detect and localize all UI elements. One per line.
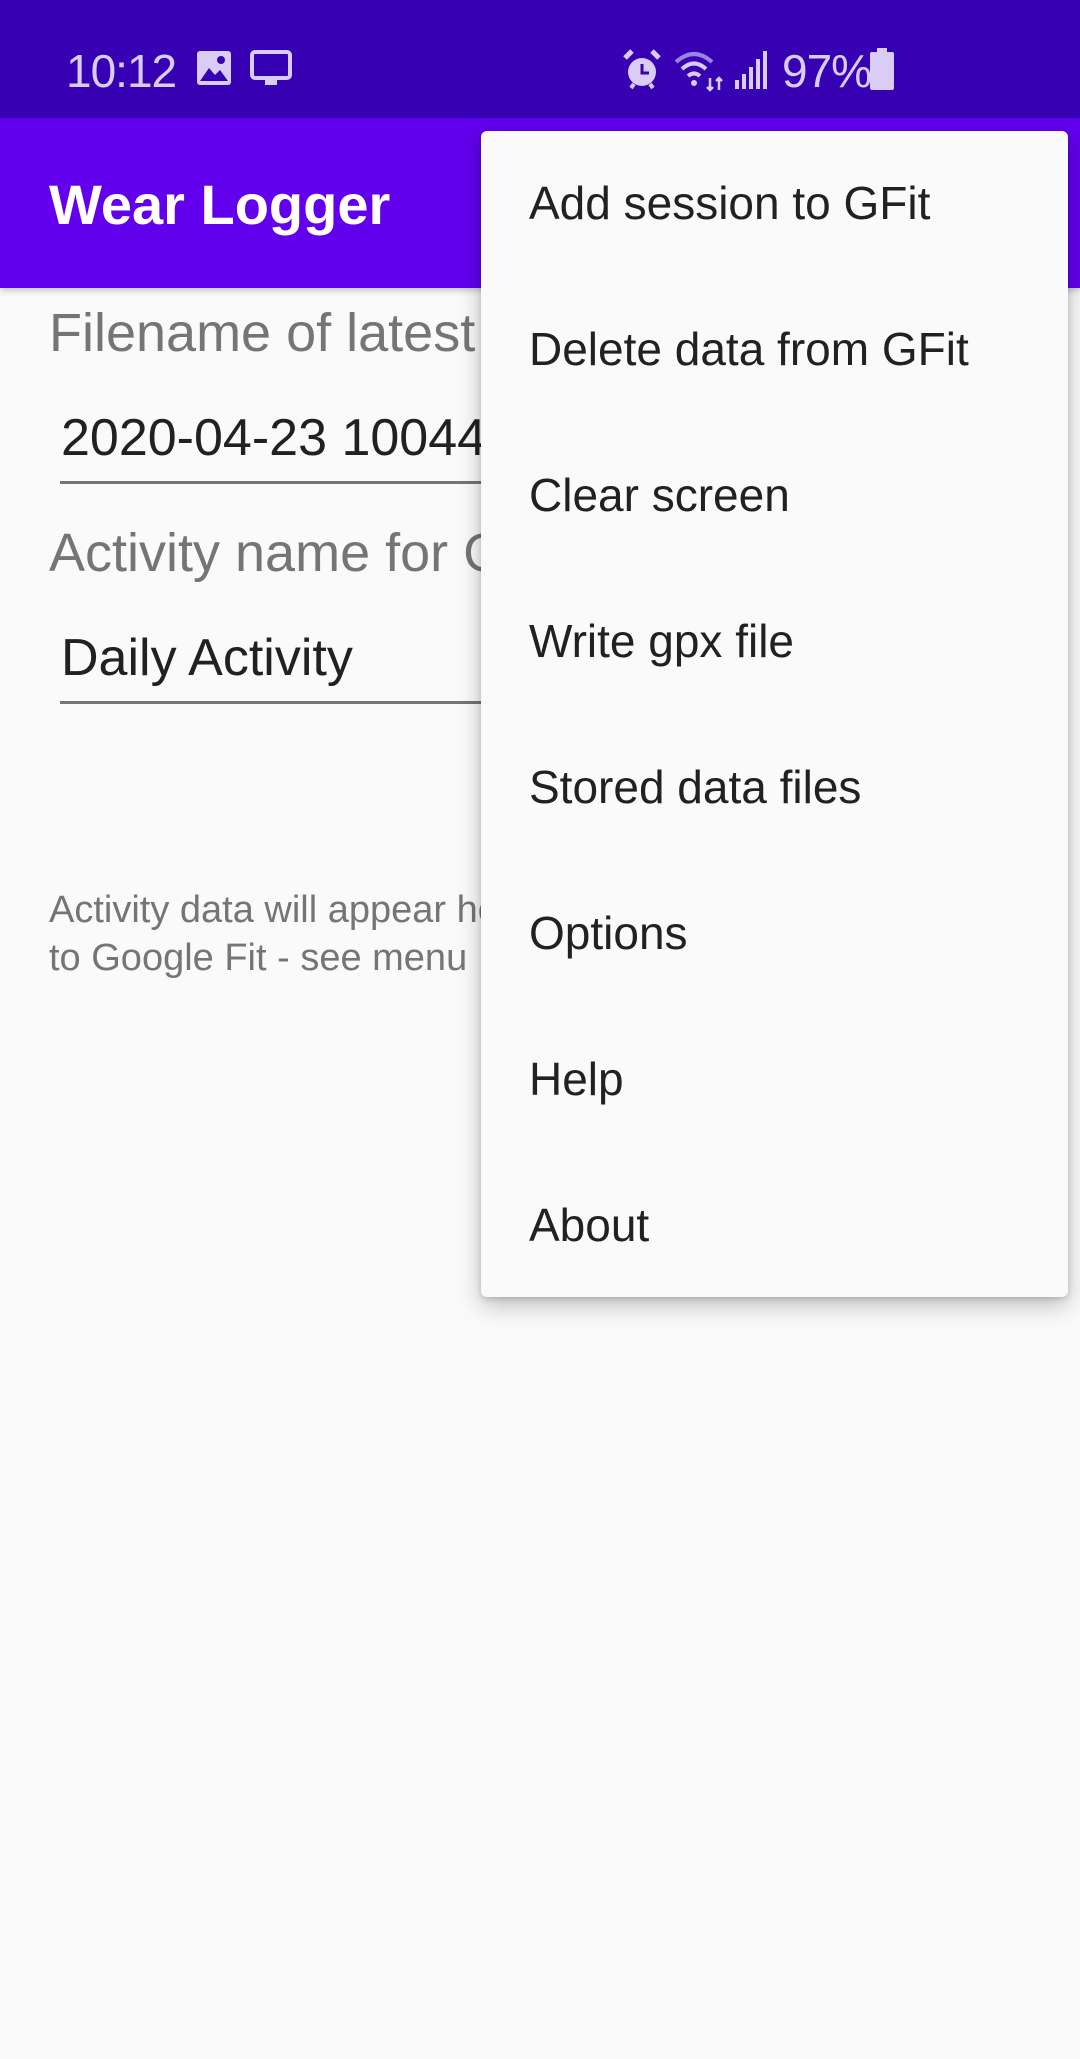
alarm-icon (622, 48, 662, 97)
status-time: 10:12 (66, 45, 177, 97)
menu-item-label: Stored data files (529, 761, 862, 813)
menu-item-label: Options (529, 907, 688, 959)
menu-item-clear-screen[interactable]: Clear screen (481, 423, 1068, 569)
status-bar: 10:12 97% (0, 0, 1080, 118)
battery-icon (870, 48, 894, 95)
menu-item-label: About (529, 1199, 650, 1251)
overflow-menu: Add session to GFit Delete data from GFi… (481, 131, 1068, 1297)
menu-item-label: Write gpx file (529, 615, 795, 667)
menu-item-label: Clear screen (529, 469, 790, 521)
menu-item-label: Add session to GFit (529, 177, 931, 229)
activity-name-field[interactable]: Daily Activity (61, 628, 353, 688)
menu-item-delete-data[interactable]: Delete data from GFit (481, 277, 1068, 423)
cast-screen-icon (250, 50, 292, 93)
menu-item-help[interactable]: Help (481, 1007, 1068, 1153)
wifi-icon (674, 48, 724, 97)
app-title: Wear Logger (49, 173, 391, 236)
menu-item-label: Help (529, 1053, 624, 1105)
filename-field[interactable]: 2020-04-23 10044 (61, 408, 486, 468)
signal-icon (734, 50, 768, 95)
menu-item-label: Delete data from GFit (529, 323, 969, 375)
battery-percent: 97% (782, 45, 872, 97)
menu-item-stored-files[interactable]: Stored data files (481, 715, 1068, 861)
menu-item-write-gpx[interactable]: Write gpx file (481, 569, 1068, 715)
menu-item-options[interactable]: Options (481, 861, 1068, 1007)
menu-item-about[interactable]: About (481, 1153, 1068, 1299)
gallery-icon (196, 50, 232, 91)
menu-item-add-session[interactable]: Add session to GFit (481, 131, 1068, 277)
